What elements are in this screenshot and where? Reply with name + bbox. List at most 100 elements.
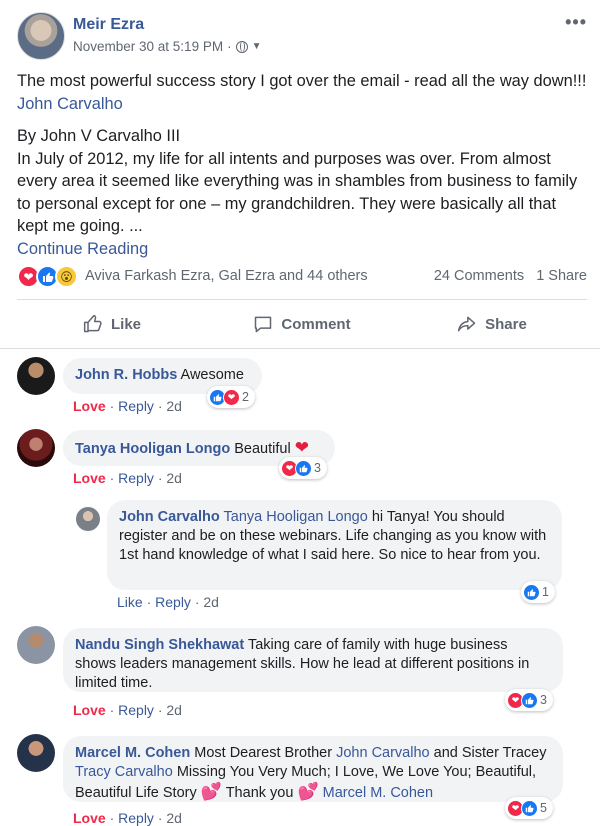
- avatar[interactable]: [17, 357, 55, 395]
- reaction-count-pill[interactable]: ❤ 3: [505, 689, 553, 711]
- comment-author[interactable]: Nandu Singh Shekhawat: [75, 637, 244, 653]
- comment-text: Awesome: [180, 367, 244, 383]
- comment-text: Beautiful: [234, 441, 291, 457]
- reaction-names[interactable]: Aviva Farkash Ezra, Gal Ezra and 44 othe…: [85, 268, 368, 284]
- mention-link[interactable]: Tanya Hooligan Longo: [224, 509, 368, 525]
- comment-actions: Love · Reply · 2d: [73, 702, 182, 718]
- comment-text: and Sister Tracey: [433, 745, 547, 761]
- mention-link[interactable]: Tracy Carvalho: [75, 764, 173, 780]
- reactions-summary: ❤ 😮 Aviva Farkash Ezra, Gal Ezra and 44 …: [17, 264, 587, 290]
- more-options-button[interactable]: •••: [565, 12, 587, 33]
- comment-time[interactable]: 2d: [166, 810, 182, 826]
- reaction-count: 3: [540, 693, 547, 707]
- comment-author[interactable]: John R. Hobbs: [75, 367, 177, 383]
- author-avatar[interactable]: [17, 12, 65, 60]
- chevron-down-icon[interactable]: ▼: [252, 41, 262, 52]
- reaction-count: 3: [314, 461, 321, 475]
- two-hearts-emoji: 💕: [297, 782, 319, 801]
- post-story: By John V Carvalho III In July of 2012, …: [17, 125, 587, 260]
- reply-button[interactable]: Reply: [118, 810, 154, 826]
- like-reaction-icon: [523, 583, 540, 601]
- comment-text: Most Dearest Brother: [194, 745, 333, 761]
- post-meta: November 30 at 5:19 PM · ▼: [73, 39, 261, 54]
- comment-bubble: John Carvalho Tanya Hooligan Longo hi Ta…: [107, 500, 562, 590]
- share-label: Share: [485, 315, 527, 333]
- post-intro-text: The most powerful success story I got ov…: [17, 72, 587, 90]
- reaction-count-pill[interactable]: 1: [521, 581, 555, 603]
- reply-item: John Carvalho Tanya Hooligan Longo hi Ta…: [76, 500, 587, 615]
- comment-actions: Like · Reply · 2d: [117, 594, 219, 610]
- love-button[interactable]: Love: [73, 810, 106, 826]
- reply-button[interactable]: Reply: [118, 470, 154, 486]
- post-body: The most powerful success story I got ov…: [17, 70, 587, 260]
- comments-count[interactable]: 24 Comments: [434, 268, 524, 284]
- reaction-count-pill[interactable]: ❤ 2: [207, 386, 255, 408]
- post-story-text: In July of 2012, my life for all intents…: [17, 149, 578, 236]
- post-byline: By John V Carvalho III: [17, 127, 181, 145]
- comment-share-counts: 24 Comments 1 Share: [434, 268, 587, 284]
- action-bar: Like Comment Share: [17, 302, 587, 346]
- reply-button[interactable]: Reply: [155, 594, 191, 610]
- meta-separator: ·: [227, 39, 232, 54]
- reply-button[interactable]: Reply: [118, 702, 154, 718]
- mention-link[interactable]: John Carvalho: [336, 745, 430, 761]
- thumbs-up-icon: [83, 314, 102, 333]
- comment-button[interactable]: Comment: [207, 302, 397, 346]
- comment-text: Thank you: [225, 785, 294, 801]
- reaction-count-pill[interactable]: ❤ 3: [279, 457, 327, 479]
- globe-icon: [235, 40, 248, 53]
- comment-time[interactable]: 2d: [166, 470, 182, 486]
- comment-bubble: Nandu Singh Shekhawat Taking care of fam…: [63, 628, 563, 692]
- shares-count[interactable]: 1 Share: [536, 268, 587, 284]
- comment-label: Comment: [281, 315, 351, 333]
- wow-reaction-icon: 😮: [55, 265, 78, 288]
- comment-time[interactable]: 2d: [166, 702, 182, 718]
- divider: [0, 348, 600, 349]
- avatar[interactable]: [76, 507, 100, 531]
- heart-emoji: ❤: [294, 438, 309, 457]
- comment-author[interactable]: Tanya Hooligan Longo: [75, 441, 230, 457]
- divider: [17, 299, 587, 300]
- reaction-count: 2: [242, 390, 249, 404]
- two-hearts-emoji: 💕: [200, 782, 222, 801]
- love-button[interactable]: Love: [73, 470, 106, 486]
- comment-author[interactable]: Marcel M. Cohen: [75, 745, 190, 761]
- reaction-count: 5: [540, 801, 547, 815]
- comment-item: Tanya Hooligan Longo Beautiful ❤ ❤ 3 Lov…: [17, 429, 587, 489]
- like-button[interactable]: Like: [17, 302, 207, 346]
- like-label: Like: [110, 315, 141, 333]
- love-button[interactable]: Love: [73, 702, 106, 718]
- comment-item: Nandu Singh Shekhawat Taking care of fam…: [17, 626, 587, 721]
- comment-bubble: Marcel M. Cohen Most Dearest Brother Joh…: [63, 736, 563, 802]
- post-date[interactable]: November 30 at 5:19 PM: [73, 39, 223, 54]
- author-name[interactable]: Meir Ezra: [73, 16, 144, 34]
- comment-actions: Love · Reply · 2d: [73, 398, 182, 414]
- tagged-user-link[interactable]: John Carvalho: [17, 95, 123, 113]
- like-reaction-icon: [295, 459, 312, 477]
- reaction-icons[interactable]: ❤ 😮: [17, 265, 83, 289]
- love-button[interactable]: Love: [73, 398, 106, 414]
- reaction-count-pill[interactable]: ❤ 5: [505, 797, 553, 819]
- mention-link[interactable]: Marcel M. Cohen: [323, 785, 433, 801]
- continue-reading-link[interactable]: Continue Reading: [17, 240, 148, 258]
- reply-button[interactable]: Reply: [118, 398, 154, 414]
- post-header: Meir Ezra November 30 at 5:19 PM · ▼ •••: [17, 12, 587, 62]
- like-reaction-icon: [521, 691, 538, 709]
- like-reaction-icon: [521, 799, 538, 817]
- share-button[interactable]: Share: [397, 302, 587, 346]
- comment-time[interactable]: 2d: [166, 398, 182, 414]
- comment-actions: Love · Reply · 2d: [73, 470, 182, 486]
- like-link[interactable]: Like: [117, 594, 143, 610]
- comment-actions: Love · Reply · 2d: [73, 810, 182, 826]
- avatar[interactable]: [17, 429, 55, 467]
- share-icon: [458, 316, 476, 332]
- avatar[interactable]: [17, 734, 55, 772]
- comment-time[interactable]: 2d: [203, 594, 219, 610]
- love-reaction-icon: ❤: [223, 388, 240, 406]
- comment-item: Marcel M. Cohen Most Dearest Brother Joh…: [17, 734, 587, 826]
- avatar[interactable]: [17, 626, 55, 664]
- comment-author[interactable]: John Carvalho: [119, 509, 220, 525]
- comment-icon: [255, 316, 272, 333]
- comment-item: John R. Hobbs Awesome ❤ 2 Love · Reply ·…: [17, 357, 587, 417]
- reaction-count: 1: [542, 585, 549, 599]
